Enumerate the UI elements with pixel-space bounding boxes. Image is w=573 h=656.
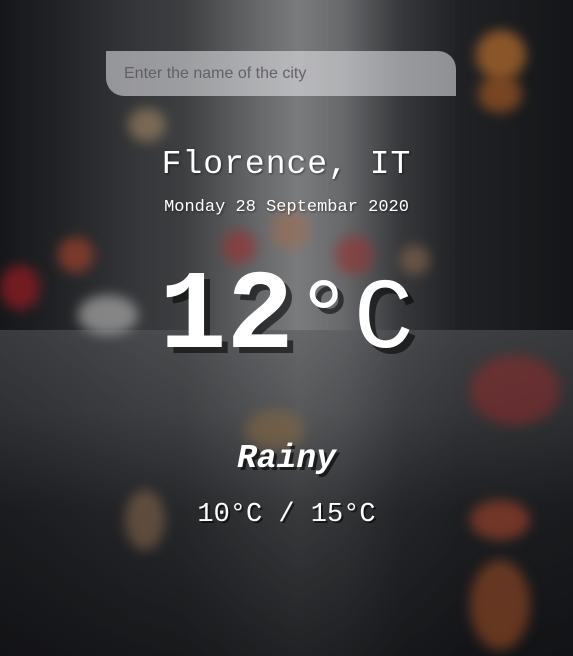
- city-search-input[interactable]: [106, 51, 456, 96]
- search-box[interactable]: [106, 51, 456, 96]
- current-date: Monday 28 Septembar 2020: [164, 198, 409, 217]
- current-temperature: 12°C: [0, 262, 573, 374]
- weather-condition: Rainy: [236, 440, 337, 477]
- temperature-unit: °C: [293, 265, 414, 378]
- temperature-value: 12: [159, 254, 294, 381]
- temperature-range: 10°C / 15°C: [197, 500, 376, 530]
- city-name: Florence, IT: [161, 146, 412, 183]
